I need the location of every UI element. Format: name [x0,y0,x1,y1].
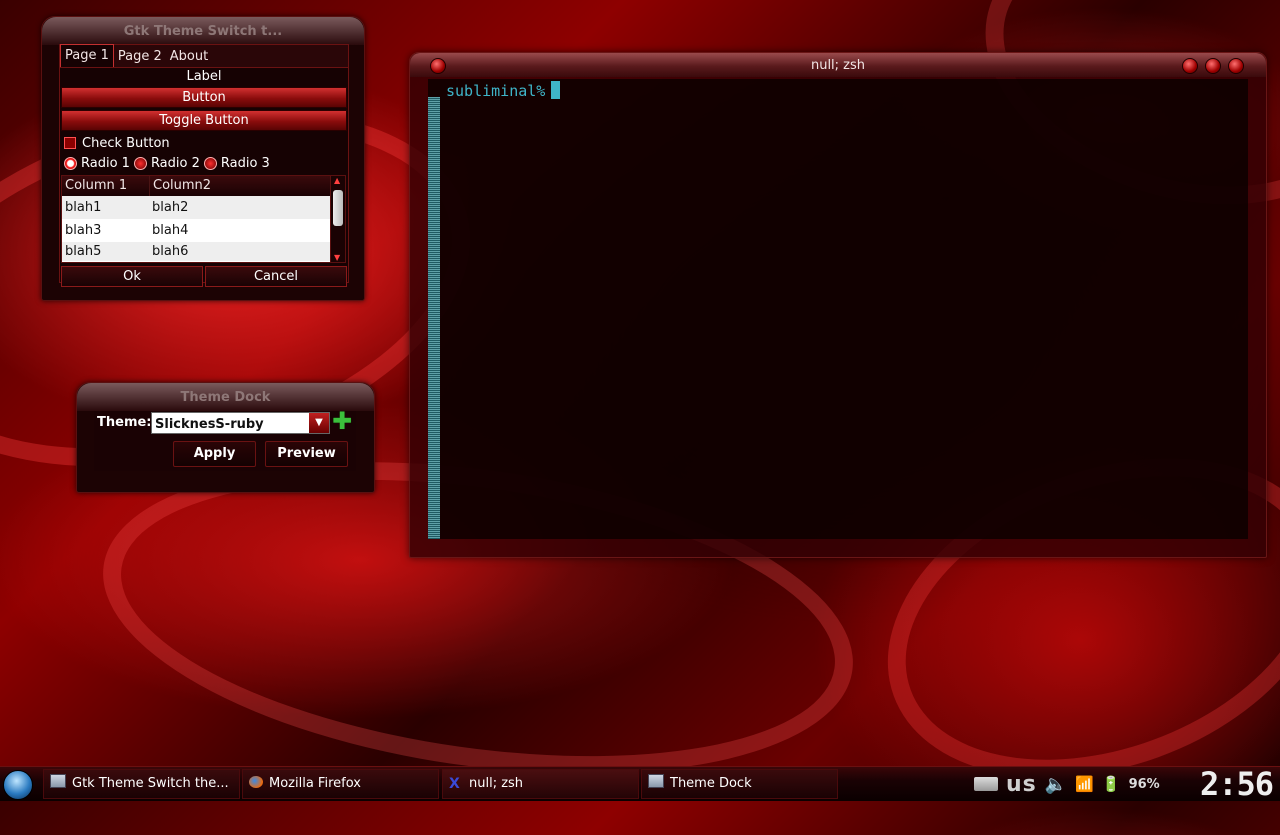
scroll-down-icon[interactable]: ▼ [334,253,340,262]
radio-group: Radio 1 Radio 2 Radio 3 [60,153,348,173]
ok-button[interactable]: Ok [61,266,203,287]
system-tray: us 🔈 📶 🔋 96% [974,769,1160,799]
cancel-button[interactable]: Cancel [205,266,347,287]
table-cell: blah6 [152,244,189,259]
table-row[interactable]: blah3 blah4 [62,219,345,242]
sample-label: Label [60,67,348,85]
apply-button[interactable]: Apply [173,441,256,467]
tab-page-1[interactable]: Page 1 [60,44,114,67]
theme-label: Theme: [97,415,152,430]
drive-icon[interactable] [974,777,998,791]
sample-button[interactable]: Button [61,87,347,108]
text-cursor [551,81,561,99]
notebook: Page 1 Page 2 About Label Button Toggle … [59,44,349,287]
task-label: Mozilla Firefox [269,776,361,791]
radio-2-label[interactable]: Radio 2 [151,156,200,171]
table-cell: blah5 [65,244,102,259]
start-menu-icon[interactable] [3,770,33,800]
task-firefox[interactable]: Mozilla Firefox [242,769,439,799]
theme-dock-window: Theme Dock Theme: SlicknesS-ruby ▼ ✚ App… [76,382,375,493]
radio-3-indicator[interactable] [203,156,217,170]
terminal-titlebar[interactable]: null; zsh [410,53,1266,77]
task-label: Theme Dock [670,776,752,791]
task-gtk-theme-switch[interactable]: Gtk Theme Switch the... [43,769,240,799]
gtk-theme-switch-window: Gtk Theme Switch t... Page 1 Page 2 Abou… [41,16,365,301]
tree-rows: blah1 blah2 blah3 blah4 blah5 blah6 [62,196,345,261]
tree-scrollbar[interactable]: ▲ ▼ [330,176,345,262]
window-title[interactable]: Theme Dock [77,383,374,411]
check-button-label: Check Button [82,135,170,151]
table-cell: blah3 [65,223,102,238]
theme-dock-body: Theme: SlicknesS-ruby ▼ ✚ Apply Preview [94,409,356,471]
task-label: null; zsh [469,776,524,791]
terminal-screen[interactable]: subliminal% [428,79,1248,539]
keyboard-layout[interactable]: us [1006,772,1037,797]
terminal-scrollbar[interactable] [428,97,440,539]
scroll-thumb[interactable] [333,190,343,226]
table-cell: blah2 [152,200,189,215]
minimize-icon[interactable] [1182,58,1198,74]
task-label: Gtk Theme Switch the... [72,776,229,791]
chevron-down-icon[interactable]: ▼ [309,413,329,433]
prompt-text: subliminal% [446,82,546,100]
add-icon[interactable]: ✚ [332,409,352,433]
terminal-window: null; zsh subliminal% [409,52,1267,558]
firefox-icon [249,776,263,788]
network-icon[interactable]: 📶 [1075,775,1094,793]
radio-1-label[interactable]: Radio 1 [81,156,130,171]
check-button[interactable]: Check Button [60,133,348,153]
window-icon [648,774,664,788]
table-row[interactable]: blah5 blah6 [62,242,345,261]
theme-combo[interactable]: SlicknesS-ruby ▼ [151,412,330,434]
clock[interactable]: 2:56 [1200,767,1280,801]
close-icon[interactable] [1228,58,1244,74]
terminal-title: null; zsh [810,58,866,73]
window-title[interactable]: Gtk Theme Switch t... [42,17,364,45]
tab-bar: Page 1 Page 2 About [60,44,348,67]
preview-button[interactable]: Preview [265,441,348,467]
taskbar: Gtk Theme Switch the... Mozilla Firefox … [0,766,1280,801]
battery-icon[interactable]: 🔋 [1102,775,1121,793]
radio-3-label[interactable]: Radio 3 [221,156,270,171]
window-icon [50,774,66,788]
toggle-button[interactable]: Toggle Button [61,110,347,131]
dialog-buttons: Ok Cancel [61,266,347,287]
volume-icon[interactable]: 🔈 [1045,774,1067,795]
x-terminal-icon: X [449,776,460,792]
battery-percent: 96% [1128,776,1160,792]
column-header-1[interactable]: Column 1 [62,176,150,196]
theme-combo-value: SlicknesS-ruby [155,417,264,432]
shell-prompt: subliminal% [446,81,561,100]
window-menu-icon[interactable] [430,58,446,74]
tab-page-2[interactable]: Page 2 [114,47,166,67]
radio-1-indicator[interactable] [64,156,77,170]
scroll-up-icon[interactable]: ▲ [334,176,340,185]
task-theme-dock[interactable]: Theme Dock [641,769,838,799]
tree-header: Column 1 Column2 [62,176,345,196]
radio-2-indicator[interactable] [133,156,147,170]
maximize-icon[interactable] [1205,58,1221,74]
task-terminal[interactable]: Xnull; zsh [442,769,639,799]
column-header-2[interactable]: Column2 [150,176,303,196]
tab-about[interactable]: About [166,47,212,67]
checkbox-box[interactable] [64,137,76,149]
table-row[interactable]: blah1 blah2 [62,196,345,219]
table-cell: blah1 [65,200,102,215]
table-cell: blah4 [152,223,189,238]
tree-view[interactable]: Column 1 Column2 blah1 blah2 blah3 blah4… [61,175,346,263]
